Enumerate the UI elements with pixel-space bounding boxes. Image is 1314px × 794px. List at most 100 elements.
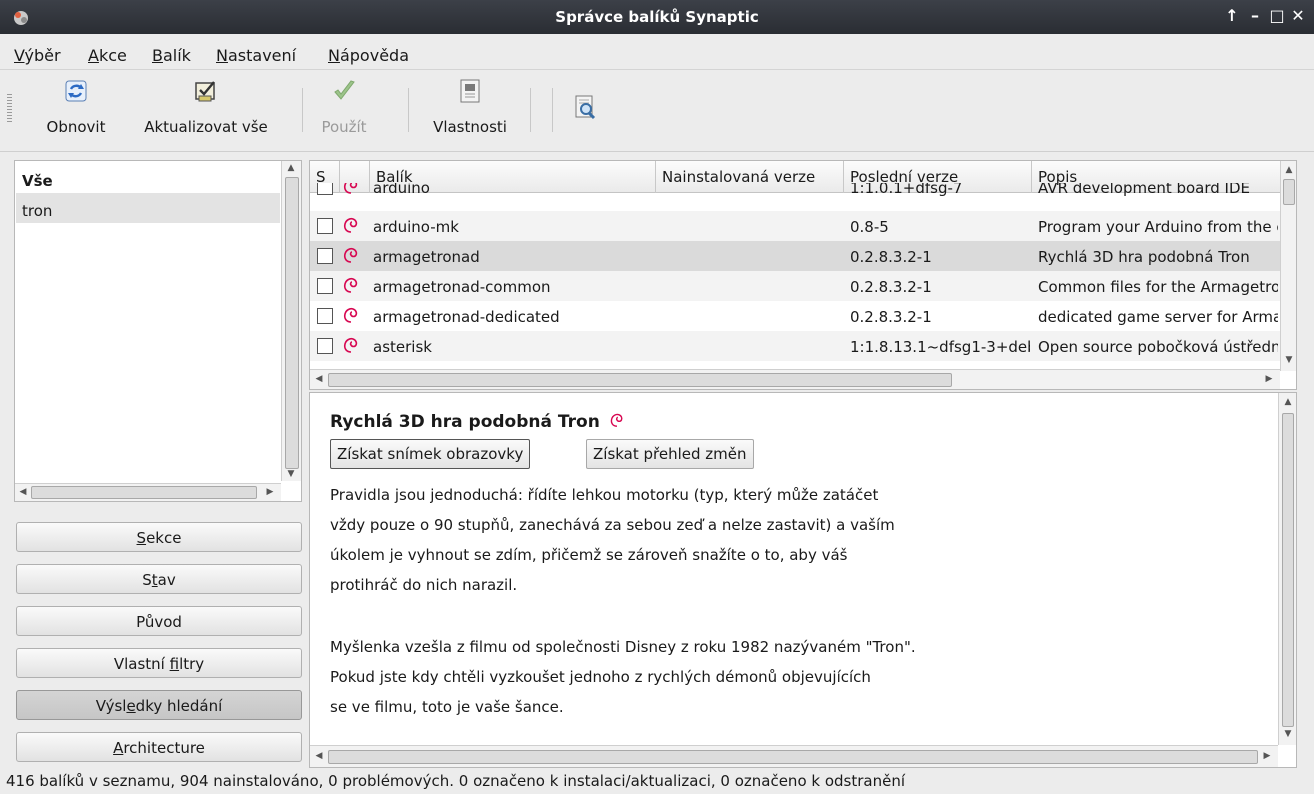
debian-swirl-icon <box>342 336 360 354</box>
description-line: Myšlenka vzešla z filmu od společnosti D… <box>330 638 916 656</box>
scroll-left-arrow-icon[interactable]: ◀ <box>16 487 30 497</box>
debian-swirl-icon <box>342 246 360 264</box>
scroll-down-arrow-icon[interactable]: ▼ <box>1281 729 1295 739</box>
description-hscrollbar[interactable]: ◀ ▶ <box>310 745 1278 767</box>
scroll-left-arrow-icon[interactable]: ◀ <box>312 374 326 384</box>
table-row[interactable]: armagetronad-dedicated 0.2.8.3.2-1 dedicat… <box>310 301 1282 331</box>
apply-checkmark-icon <box>334 80 355 100</box>
menu-nastaveni[interactable]: Nastavení <box>216 46 296 65</box>
scroll-left-arrow-icon[interactable]: ◀ <box>312 751 326 761</box>
menu-akce[interactable]: Akce <box>88 46 127 65</box>
package-description: Program your Arduino from the command li… <box>1038 218 1278 236</box>
window-close-button[interactable]: ✕ <box>1288 6 1308 25</box>
description-line: protihráč do nich narazil. <box>330 576 518 594</box>
package-table: S Balík Nainstalovaná verze Poslední ver… <box>309 160 1297 390</box>
get-screenshot-button[interactable]: Získat snímek obrazovky <box>330 439 531 469</box>
package-table-hscrollbar[interactable]: ◀ ▶ <box>310 369 1280 389</box>
scroll-down-arrow-icon[interactable]: ▼ <box>1282 355 1296 365</box>
toolbar-grip[interactable] <box>7 94 12 124</box>
filter-list-hscrollbar[interactable]: ◀ ▶ <box>15 483 281 501</box>
scroll-right-arrow-icon[interactable]: ▶ <box>1260 751 1274 761</box>
window-titlebar[interactable]: Správce balíků Synaptic ↑ – □ ✕ <box>0 0 1314 34</box>
package-checkbox[interactable] <box>317 338 333 354</box>
debian-swirl-icon <box>610 413 623 427</box>
reload-icon <box>65 80 87 102</box>
filter-list: Vše tron ▲ ▼ ◀ ▶ <box>14 160 302 502</box>
table-row[interactable]: arduino-mk 0.8-5 Program your Arduino from… <box>310 211 1282 241</box>
scroll-up-arrow-icon[interactable]: ▲ <box>1281 397 1295 407</box>
origin-button[interactable]: Původ <box>16 606 302 636</box>
description-line: úkolem je vyhnout se zdím, přičemž se zá… <box>330 546 848 564</box>
description-vscroll-thumb[interactable] <box>1282 413 1294 727</box>
table-row[interactable]: armagetronad 0.2.8.3.2-1 Rychlá 3D hra pod… <box>310 241 1282 271</box>
custom-filters-button[interactable]: Vlastní filtry <box>16 648 302 678</box>
debian-swirl-icon <box>342 276 360 294</box>
toolbar-separator <box>408 88 409 132</box>
filter-list-vscroll-thumb[interactable] <box>285 177 299 469</box>
window-title: Správce balíků Synaptic <box>555 8 759 26</box>
description-line: Pravidla jsou jednoduchá: řídíte lehkou … <box>330 486 879 504</box>
search-results-button[interactable]: Výsledky hledání <box>16 690 302 720</box>
sections-button[interactable]: Sekce <box>16 522 302 552</box>
package-description: dedicated game server for Armagetron <box>1038 308 1278 326</box>
package-name: armagetronad <box>373 248 480 266</box>
upgrade-all-button[interactable]: Aktualizovat vše <box>120 78 292 136</box>
window-minimize-button[interactable]: – <box>1245 6 1265 25</box>
package-checkbox[interactable] <box>317 248 333 264</box>
scroll-up-arrow-icon[interactable]: ▲ <box>284 163 298 173</box>
menu-vyber[interactable]: Výběr <box>14 46 61 65</box>
debian-swirl-icon <box>342 306 360 324</box>
latest-version: 1:1.0.1+dfsg-7 <box>850 183 963 197</box>
filter-list-vscrollbar[interactable]: ▲ ▼ <box>281 161 301 481</box>
package-description: Rychlá 3D hra podobná Tron <box>1038 248 1250 266</box>
toolbar-separator <box>530 88 531 132</box>
package-checkbox[interactable] <box>317 218 333 234</box>
status-button[interactable]: Stav <box>16 564 302 594</box>
menu-bar: Výběr Akce Balík Nastavení Nápověda <box>0 34 1314 70</box>
get-changelog-button[interactable]: Získat přehled změn <box>586 439 754 469</box>
package-name: asterisk <box>373 338 432 356</box>
package-description-pane: Rychlá 3D hra podobná Tron Získat snímek… <box>309 392 1297 768</box>
scroll-down-arrow-icon[interactable]: ▼ <box>284 469 298 479</box>
latest-version: 0.8-5 <box>850 218 889 236</box>
scroll-right-arrow-icon[interactable]: ▶ <box>263 487 277 497</box>
toolbar-separator <box>552 88 553 132</box>
package-table-hscroll-thumb[interactable] <box>328 373 952 387</box>
package-description: AVR development board IDE <box>1038 183 1251 197</box>
table-row[interactable]: armagetronad-common 0.2.8.3.2-1 Common fil… <box>310 271 1282 301</box>
window-keep-above-button[interactable]: ↑ <box>1222 6 1242 25</box>
filter-item-all[interactable]: Vše <box>16 163 280 193</box>
package-description: Open source pobočková ústředna <box>1038 338 1278 356</box>
latest-version: 0.2.8.3.2-1 <box>850 308 932 326</box>
architecture-button[interactable]: Architecture <box>16 732 302 762</box>
table-row[interactable]: arduino 1:1.0.1+dfsg-7 AVR development boa… <box>310 183 1282 201</box>
package-description: Common files for the Armagetron Advanced <box>1038 278 1278 296</box>
menu-balik[interactable]: Balík <box>152 46 191 65</box>
properties-button[interactable]: Vlastnosti <box>420 78 520 136</box>
description-vscrollbar[interactable]: ▲ ▼ <box>1278 393 1296 745</box>
description-line: Pokud jste kdy chtěli vyzkoušet jednoho … <box>330 668 871 686</box>
properties-icon <box>460 79 480 103</box>
filter-list-hscroll-thumb[interactable] <box>31 486 257 499</box>
package-table-vscroll-thumb[interactable] <box>1283 179 1295 205</box>
filter-item-tron[interactable]: tron <box>16 193 280 223</box>
search-button[interactable] <box>568 78 602 120</box>
package-table-vscrollbar[interactable]: ▲ ▼ <box>1280 161 1296 371</box>
reload-button[interactable]: Obnovit <box>38 78 114 136</box>
package-checkbox[interactable] <box>317 278 333 294</box>
toolbar-separator <box>302 88 303 132</box>
window-maximize-button[interactable]: □ <box>1267 6 1287 25</box>
scroll-right-arrow-icon[interactable]: ▶ <box>1262 374 1276 384</box>
package-name: armagetronad-dedicated <box>373 308 560 326</box>
table-row[interactable]: asterisk 1:1.8.13.1~dfsg1-3+deb7u3 Open so… <box>310 331 1282 361</box>
description-line: se ve filmu, toto je vaše šance. <box>330 698 564 716</box>
package-checkbox[interactable] <box>317 183 333 195</box>
description-title: Rychlá 3D hra podobná Tron <box>330 412 625 432</box>
package-checkbox[interactable] <box>317 308 333 324</box>
menu-napoveda[interactable]: Nápověda <box>328 46 409 65</box>
package-name: arduino-mk <box>373 218 459 236</box>
apply-button[interactable]: Použít <box>316 78 372 136</box>
status-bar: 416 balíků v seznamu, 904 nainstalováno,… <box>6 772 906 790</box>
description-hscroll-thumb[interactable] <box>328 750 1258 764</box>
scroll-up-arrow-icon[interactable]: ▲ <box>1282 165 1296 175</box>
